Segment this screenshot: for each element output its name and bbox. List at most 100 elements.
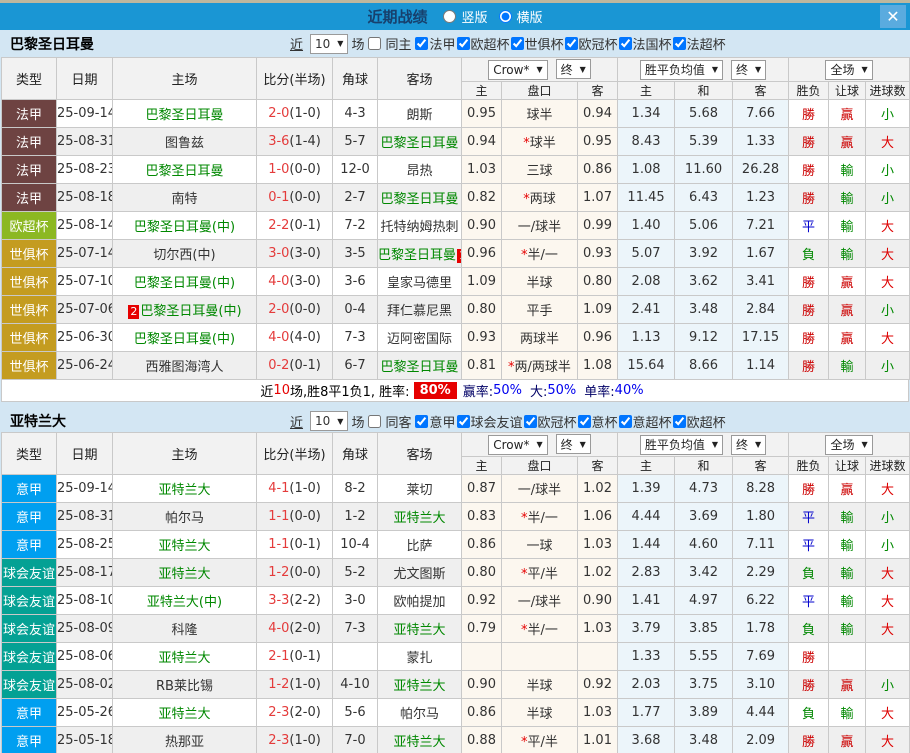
- handicap-result-cell: 贏: [829, 100, 866, 128]
- team-name: 巴黎圣日耳曼: [10, 34, 290, 54]
- same-side-label[interactable]: 同客: [385, 412, 411, 431]
- league-filter-item[interactable]: 法超杯: [672, 34, 726, 53]
- home-team-cell: 巴黎圣日耳曼(中): [113, 324, 257, 352]
- vertical-layout-label[interactable]: 竖版: [461, 7, 487, 26]
- avg-final-select[interactable]: 终▼: [731, 60, 766, 80]
- avg-draw-cell: 3.62: [675, 268, 733, 296]
- same-side-checkbox[interactable]: [368, 415, 381, 428]
- odds-final-select[interactable]: 终▼: [556, 59, 591, 79]
- league-filter-item[interactable]: 意杯: [577, 412, 618, 431]
- league-type-cell: 法甲: [2, 128, 57, 156]
- avg-away-cell: 2.29: [733, 559, 789, 587]
- league-filter-item[interactable]: 欧冠杯: [564, 34, 618, 53]
- team-label: 巴黎圣日耳曼(中): [134, 220, 235, 235]
- odds-source-select[interactable]: Crow*▼: [488, 435, 547, 455]
- table-row: 球会友谊25-08-02RB莱比锡1-2(1-0)4-10亚特兰大0.90半球0…: [2, 671, 910, 699]
- league-type-cell: 意甲: [2, 727, 57, 753]
- table-row: 意甲25-05-26亚特兰大2-3(2-0)5-6帕尔马0.86半球1.031.…: [2, 699, 910, 727]
- col-score: 比分(半场): [257, 58, 333, 100]
- odds-source-select[interactable]: Crow*▼: [488, 60, 547, 80]
- away-odds-cell: 1.06: [578, 503, 618, 531]
- handicap-label: 半/一: [528, 511, 558, 526]
- goals-cell: 大: [866, 240, 910, 268]
- away-team-cell: 亚特兰大: [378, 503, 462, 531]
- home-odds-cell: 0.82: [462, 184, 502, 212]
- table-row: 意甲25-09-14亚特兰大4-1(1-0)8-2莱切0.87一/球半1.021…: [2, 475, 910, 503]
- avg-home-cell: 1.41: [618, 587, 675, 615]
- league-checkbox[interactable]: [511, 37, 524, 50]
- goals-cell: 大: [866, 324, 910, 352]
- col-corner: 角球: [333, 58, 378, 100]
- handicap-label: 平/半: [528, 567, 558, 582]
- odds-final-select[interactable]: 终▼: [556, 434, 591, 454]
- avg-home-cell: 5.07: [618, 240, 675, 268]
- league-filter-item[interactable]: 球会友谊: [456, 412, 523, 431]
- handicap-result-cell: 贏: [829, 296, 866, 324]
- league-filter-item[interactable]: 欧超杯: [672, 412, 726, 431]
- avg-odds-select[interactable]: 胜平负均值▼: [640, 60, 723, 80]
- league-filter-item[interactable]: 法甲: [414, 34, 455, 53]
- same-side-label[interactable]: 同主: [385, 34, 411, 53]
- result-cell: 勝: [789, 727, 829, 753]
- stat-value: 40%: [615, 383, 644, 398]
- same-side-checkbox[interactable]: [368, 37, 381, 50]
- avg-home-cell: 1.13: [618, 324, 675, 352]
- league-filter-item[interactable]: 欧超杯: [456, 34, 510, 53]
- col-handicap: 盘口: [502, 457, 578, 475]
- avg-home-cell: 2.08: [618, 268, 675, 296]
- home-team-cell: 亚特兰大: [113, 643, 257, 671]
- league-filter-item[interactable]: 世俱杯: [510, 34, 564, 53]
- match-count-select[interactable]: 10 ▼: [310, 34, 348, 54]
- league-filter-item[interactable]: 欧冠杯: [523, 412, 577, 431]
- vertical-layout-radio[interactable]: [443, 10, 456, 23]
- league-checkbox[interactable]: [619, 37, 632, 50]
- league-checkbox[interactable]: [673, 37, 686, 50]
- table-row: 球会友谊25-08-17亚特兰大1-2(0-0)5-2尤文图斯0.80*平/半1…: [2, 559, 910, 587]
- league-checkbox[interactable]: [457, 415, 470, 428]
- close-button[interactable]: ✕: [880, 5, 906, 28]
- league-type-cell: 世俱杯: [2, 296, 57, 324]
- near-label[interactable]: 近: [290, 34, 303, 53]
- avg-final-select[interactable]: 终▼: [731, 435, 766, 455]
- home-odds-cell: 0.93: [462, 324, 502, 352]
- away-odds-cell: 0.99: [578, 212, 618, 240]
- avg-odds-select[interactable]: 胜平负均值▼: [640, 435, 723, 455]
- league-checkbox[interactable]: [565, 37, 578, 50]
- match-count-select[interactable]: 10 ▼: [310, 411, 348, 431]
- fulltime-score: 1-2: [268, 677, 289, 692]
- date-cell: 25-08-18: [57, 184, 113, 212]
- fulltime-score: 1-0: [268, 162, 289, 177]
- games-label: 场: [351, 34, 364, 53]
- fullmatch-select[interactable]: 全场▼: [825, 435, 872, 455]
- league-checkbox[interactable]: [619, 415, 632, 428]
- league-filter-item[interactable]: 意超杯: [618, 412, 672, 431]
- avg-away-cell: 3.10: [733, 671, 789, 699]
- table-row: 意甲25-05-18热那亚2-3(1-0)7-0亚特兰大0.88*平/半1.01…: [2, 727, 910, 753]
- horizontal-layout-label[interactable]: 横版: [517, 7, 543, 26]
- handicap-label: 两球半: [520, 332, 559, 347]
- away-team-cell: 巴黎圣日耳曼: [378, 352, 462, 380]
- league-filter-item[interactable]: 意甲: [414, 412, 455, 431]
- team-label: 巴黎圣日耳曼(中): [140, 304, 241, 319]
- handicap-result-cell: 贏: [829, 324, 866, 352]
- league-checkbox[interactable]: [524, 415, 537, 428]
- home-odds-cell: 0.96: [462, 240, 502, 268]
- league-checkbox[interactable]: [457, 37, 470, 50]
- horizontal-layout-radio[interactable]: [499, 10, 512, 23]
- home-team-cell: 帕尔马: [113, 503, 257, 531]
- team-label: RB莱比锡: [156, 679, 213, 694]
- near-label[interactable]: 近: [290, 412, 303, 431]
- fulltime-score: 1-1: [268, 509, 289, 524]
- team-label: 皇家马德里: [387, 276, 452, 291]
- avg-draw-cell: 3.85: [675, 615, 733, 643]
- league-filter-item[interactable]: 法国杯: [618, 34, 672, 53]
- fullmatch-select[interactable]: 全场▼: [825, 60, 872, 80]
- away-odds-cell: 1.03: [578, 615, 618, 643]
- league-checkbox[interactable]: [578, 415, 591, 428]
- league-checkbox[interactable]: [415, 415, 428, 428]
- date-cell: 25-05-18: [57, 727, 113, 753]
- home-team-cell: 亚特兰大: [113, 559, 257, 587]
- league-checkbox[interactable]: [673, 415, 686, 428]
- avg-away-cell: 7.69: [733, 643, 789, 671]
- league-checkbox[interactable]: [415, 37, 428, 50]
